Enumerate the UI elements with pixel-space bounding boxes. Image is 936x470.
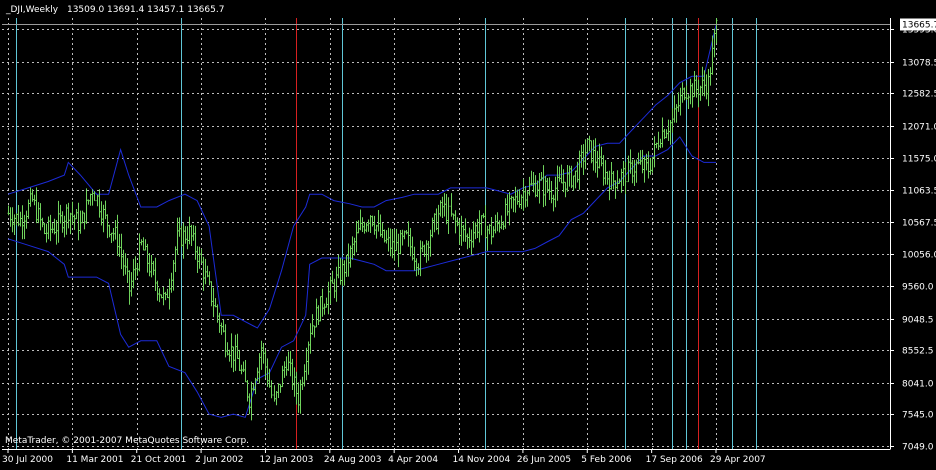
price-tick-label: 9048.5 — [902, 316, 934, 326]
date-tick-label: 2 Jun 2002 — [195, 455, 243, 465]
date-tick-label: 4 Apr 2004 — [388, 455, 438, 465]
date-tick-label: 11 Mar 2001 — [66, 455, 123, 465]
date-tick-label: 17 Sep 2006 — [646, 455, 703, 465]
date-tick-label: 5 Feb 2006 — [581, 455, 632, 465]
date-tick-label: 14 Nov 2004 — [453, 455, 511, 465]
price-tick-label: 11575.0 — [902, 155, 936, 165]
price-tick-label: 12071.0 — [902, 123, 936, 133]
chart-window[interactable]: 13593.013078.512582.512071.011575.011063… — [0, 0, 936, 466]
date-tick-label: 12 Jan 2003 — [259, 455, 313, 465]
chart-background — [0, 0, 936, 466]
copyright-text: MetaTrader, © 2001-2007 MetaQuotes Softw… — [5, 436, 250, 446]
date-tick-label: 21 Oct 2001 — [131, 455, 187, 465]
date-tick-label: 26 Jun 2005 — [517, 455, 571, 465]
price-tick-label: 10567.5 — [902, 219, 936, 229]
price-tick-label: 13078.5 — [902, 59, 936, 69]
symbol-info: _DJI,Weekly 13509.0 13691.4 13457.1 1366… — [6, 5, 224, 15]
price-tick-label: 11063.5 — [902, 187, 936, 197]
date-tick-label: 29 Apr 2007 — [710, 455, 766, 465]
current-price-label: 13665.7 — [902, 21, 936, 31]
price-tick-label: 10056.0 — [902, 251, 936, 261]
date-tick-label: 30 Jul 2000 — [2, 455, 53, 465]
date-tick-label: 24 Aug 2003 — [324, 455, 382, 465]
price-tick-label: 7049.0 — [902, 443, 934, 453]
price-tick-label: 12582.5 — [902, 90, 936, 100]
symbol-label: _DJI,Weekly — [6, 5, 59, 15]
price-tick-label: 7545.0 — [902, 411, 934, 421]
price-chart[interactable]: 13593.013078.512582.512071.011575.011063… — [0, 0, 936, 466]
ohlc-values: 13509.0 13691.4 13457.1 13665.7 — [66, 5, 225, 15]
price-tick-label: 8041.0 — [902, 380, 934, 390]
price-tick-label: 8552.5 — [902, 347, 934, 357]
price-tick-label: 9560.0 — [902, 283, 934, 293]
